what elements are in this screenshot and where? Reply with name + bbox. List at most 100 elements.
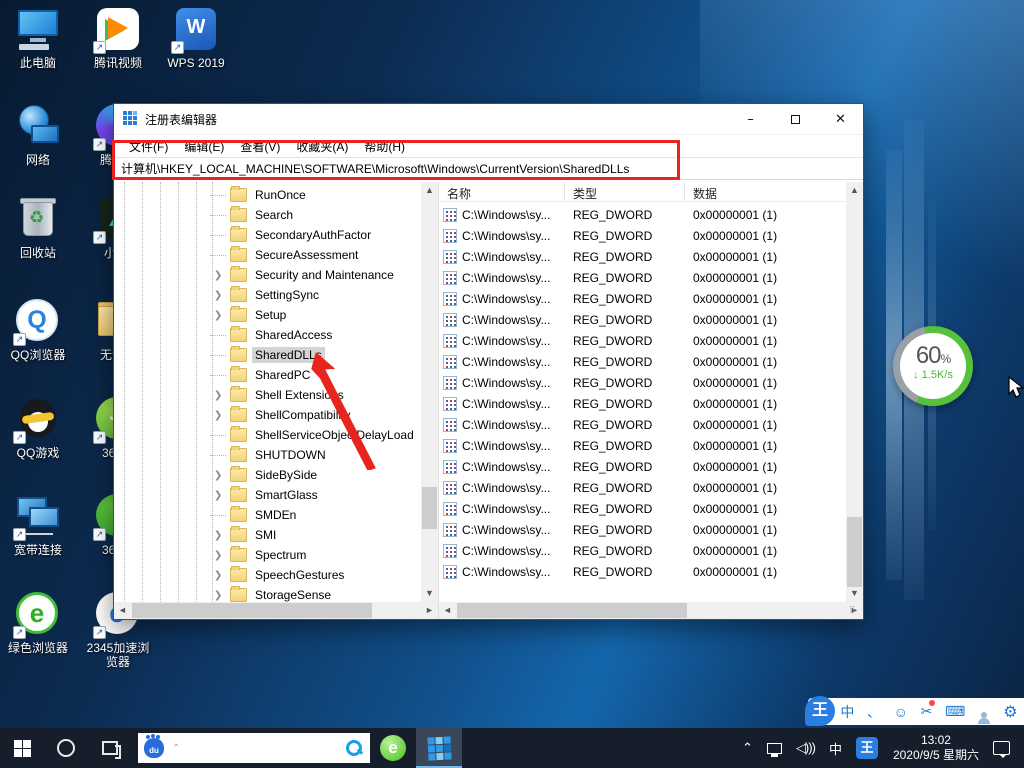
tree-item-shutdown[interactable]: SHUTDOWN [114, 445, 421, 465]
registry-value-row[interactable]: C:\Windows\sy...REG_DWORD0x00000001 (1) [439, 246, 846, 267]
cortana-button[interactable] [44, 728, 88, 768]
address-bar[interactable]: 计算机\HKEY_LOCAL_MACHINE\SOFTWARE\Microsof… [114, 157, 863, 180]
tree-item-smden[interactable]: SMDEn [114, 505, 421, 525]
action-center-icon[interactable] [993, 741, 1010, 755]
list-header[interactable]: 名称 类型 数据 [439, 182, 863, 202]
scroll-up-icon[interactable]: ▲ [846, 182, 863, 199]
column-data[interactable]: 数据 [685, 182, 846, 201]
registry-value-row[interactable]: C:\Windows\sy...REG_DWORD0x00000001 (1) [439, 288, 846, 309]
registry-value-row[interactable]: C:\Windows\sy...REG_DWORD0x00000001 (1) [439, 225, 846, 246]
desktop-icon[interactable]: ♻回收站 [2, 196, 74, 260]
taskbar-clock[interactable]: 13:02 2020/9/5 星期六 [893, 733, 979, 763]
tree-item-secondaryauthfactor[interactable]: SecondaryAuthFactor [114, 225, 421, 245]
expand-chevron-icon[interactable]: ❯ [214, 550, 226, 561]
desktop-icon[interactable]: 网络 [2, 103, 74, 167]
ime-chinese-mode-icon[interactable]: 中 [840, 702, 854, 722]
tree-item-smartglass[interactable]: ❯SmartGlass [114, 485, 421, 505]
scroll-down-icon[interactable]: ▼ [421, 585, 438, 602]
menu-item[interactable]: 收藏夹(A) [288, 136, 356, 157]
tree-item-spectrum[interactable]: ❯Spectrum [114, 545, 421, 565]
tree-item-shellserviceobjectdelayload[interactable]: ShellServiceObjectDelayLoad [114, 425, 421, 445]
registry-value-row[interactable]: C:\Windows\sy...REG_DWORD0x00000001 (1) [439, 267, 846, 288]
registry-value-row[interactable]: C:\Windows\sy...REG_DWORD0x00000001 (1) [439, 309, 846, 330]
tree-item-shareddlls[interactable]: SharedDLLs [114, 345, 421, 365]
expand-chevron-icon[interactable]: ❯ [214, 410, 226, 421]
tree-item-shellcompatibility[interactable]: ❯ShellCompatibility [114, 405, 421, 425]
expand-chevron-icon[interactable]: ❯ [214, 310, 226, 321]
tree-item-sharedaccess[interactable]: SharedAccess [114, 325, 421, 345]
tree-item-runonce[interactable]: RunOnce [114, 185, 421, 205]
tree-item-security-and-maintenance[interactable]: ❯Security and Maintenance [114, 265, 421, 285]
expand-chevron-icon[interactable]: ❯ [214, 590, 226, 601]
registry-value-row[interactable]: C:\Windows\sy...REG_DWORD0x00000001 (1) [439, 351, 846, 372]
taskbar-app-green-browser[interactable]: e [370, 728, 416, 768]
desktop-icon[interactable]: ↗腾讯视频 [82, 6, 154, 70]
tree-vertical-scrollbar[interactable]: ▲ ▼ [421, 182, 438, 602]
tree-item-speechgestures[interactable]: ❯SpeechGestures [114, 565, 421, 585]
scrollbar-thumb[interactable] [457, 603, 687, 618]
tree-item-settingsync[interactable]: ❯SettingSync [114, 285, 421, 305]
resize-grip[interactable]: ⠿ [849, 605, 861, 617]
registry-value-row[interactable]: C:\Windows\sy...REG_DWORD0x00000001 (1) [439, 414, 846, 435]
registry-value-row[interactable]: C:\Windows\sy...REG_DWORD0x00000001 (1) [439, 435, 846, 456]
expand-chevron-icon[interactable]: ❯ [214, 570, 226, 581]
tree-item-search[interactable]: Search [114, 205, 421, 225]
registry-value-row[interactable]: C:\Windows\sy...REG_DWORD0x00000001 (1) [439, 477, 846, 498]
desktop-icon[interactable]: e↗绿色浏览器 [2, 591, 74, 655]
registry-value-row[interactable]: C:\Windows\sy...REG_DWORD0x00000001 (1) [439, 561, 846, 582]
list-vertical-scrollbar[interactable]: ▲ ▼ [846, 182, 863, 602]
tree-item-sharedpc[interactable]: SharedPC [114, 365, 421, 385]
search-icon[interactable] [346, 740, 362, 756]
scrollbar-thumb[interactable] [132, 603, 372, 618]
scroll-right-icon[interactable]: ► [421, 602, 438, 619]
registry-value-row[interactable]: C:\Windows\sy...REG_DWORD0x00000001 (1) [439, 330, 846, 351]
scrollbar-thumb[interactable] [422, 487, 437, 529]
column-name[interactable]: 名称 [439, 182, 565, 201]
taskbar-search-box[interactable]: du ⌃ [138, 733, 370, 763]
column-type[interactable]: 类型 [565, 182, 685, 201]
tree-item-secureassessment[interactable]: SecureAssessment [114, 245, 421, 265]
chevron-up-icon[interactable]: ⌃ [172, 743, 346, 754]
expand-chevron-icon[interactable]: ❯ [214, 470, 226, 481]
task-view-button[interactable] [88, 728, 132, 768]
scroll-down-icon[interactable]: ▼ [846, 585, 863, 602]
title-bar[interactable]: 注册表编辑器 – ✕ [114, 104, 863, 135]
registry-value-row[interactable]: C:\Windows\sy...REG_DWORD0x00000001 (1) [439, 204, 846, 225]
expand-chevron-icon[interactable]: ❯ [214, 270, 226, 281]
expand-chevron-icon[interactable]: ❯ [214, 490, 226, 501]
download-progress-bubble[interactable]: 60% ↓ 1.5K/s [893, 326, 973, 406]
scroll-up-icon[interactable]: ▲ [421, 182, 438, 199]
expand-chevron-icon[interactable]: ❯ [214, 530, 226, 541]
desktop-icon[interactable]: ↗宽带连接 [2, 493, 74, 557]
menu-item[interactable]: 查看(V) [232, 136, 288, 157]
registry-value-row[interactable]: C:\Windows\sy...REG_DWORD0x00000001 (1) [439, 519, 846, 540]
ime-scissors-icon[interactable]: ✂ [921, 703, 933, 720]
network-icon[interactable] [767, 743, 782, 754]
menu-item[interactable]: 编辑(E) [176, 136, 232, 157]
registry-value-row[interactable]: C:\Windows\sy...REG_DWORD0x00000001 (1) [439, 456, 846, 477]
scroll-left-icon[interactable]: ◄ [439, 602, 456, 619]
registry-value-row[interactable]: C:\Windows\sy...REG_DWORD0x00000001 (1) [439, 372, 846, 393]
desktop-icon[interactable]: 此电脑 [2, 6, 74, 70]
ime-tray-icon[interactable]: 王 [856, 737, 878, 759]
tree-item-smi[interactable]: ❯SMI [114, 525, 421, 545]
registry-value-row[interactable]: C:\Windows\sy...REG_DWORD0x00000001 (1) [439, 498, 846, 519]
ime-keyboard-icon[interactable]: ⌨ [945, 703, 965, 720]
tree-item-shell-extensions[interactable]: ❯Shell Extensions [114, 385, 421, 405]
desktop-icon[interactable]: Q↗QQ浏览器 [2, 298, 74, 362]
expand-chevron-icon[interactable]: ❯ [214, 390, 226, 401]
registry-value-row[interactable]: C:\Windows\sy...REG_DWORD0x00000001 (1) [439, 540, 846, 561]
start-button[interactable] [0, 728, 44, 768]
menu-item[interactable]: 帮助(H) [356, 136, 413, 157]
close-button[interactable]: ✕ [818, 104, 863, 135]
desktop-icon[interactable]: ↗QQ游戏 [2, 396, 74, 460]
tree-item-setup[interactable]: ❯Setup [114, 305, 421, 325]
ime-settings-icon[interactable]: ⚙ [1003, 702, 1017, 722]
tree-item-sidebyside[interactable]: ❯SideBySide [114, 465, 421, 485]
list-horizontal-scrollbar[interactable]: ◄ ► ⠿ [439, 602, 863, 619]
registry-value-row[interactable]: C:\Windows\sy...REG_DWORD0x00000001 (1) [439, 393, 846, 414]
scroll-left-icon[interactable]: ◄ [114, 602, 131, 619]
tray-expand-chevron[interactable]: ⌃ [742, 740, 753, 756]
ime-punctuation-icon[interactable]: 、 [867, 702, 881, 722]
expand-chevron-icon[interactable]: ❯ [214, 290, 226, 301]
